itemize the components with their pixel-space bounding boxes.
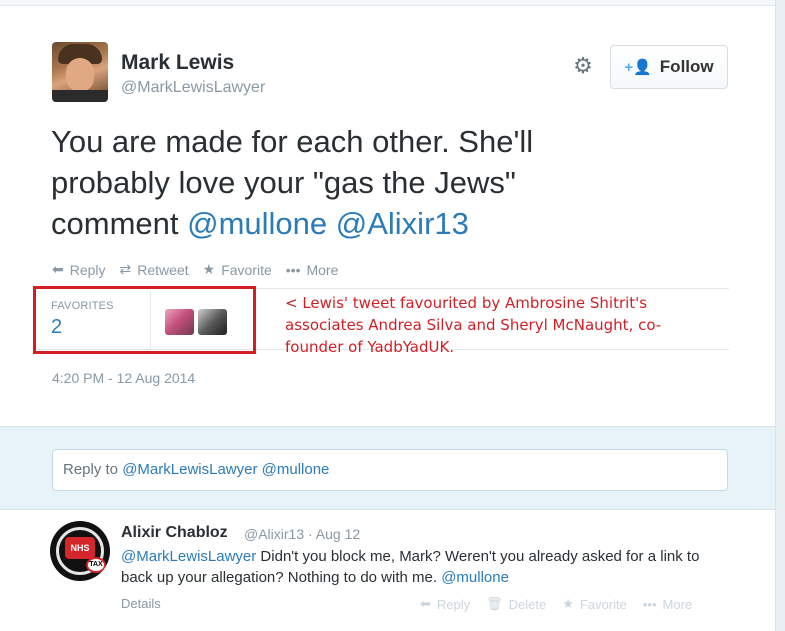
- reply-icon: ⬅: [52, 261, 64, 277]
- more-label: More: [662, 596, 693, 612]
- follow-person-icon: +👤: [624, 59, 652, 76]
- reply-label: Reply: [436, 596, 471, 612]
- delete-label: Delete: [508, 596, 547, 612]
- tweet-timestamp[interactable]: 4:20 PM - 12 Aug 2014: [52, 370, 195, 386]
- delete-action[interactable]: 🗑 Delete: [486, 596, 546, 612]
- favorite-star-icon: ★: [202, 261, 216, 277]
- favorite-label: Favorite: [579, 596, 627, 612]
- reply-action[interactable]: ⬅ Reply: [420, 596, 470, 612]
- annotation-text: < Lewis' tweet favourited by Ambrosine S…: [285, 294, 662, 356]
- reply-prefix: Reply to: [63, 461, 123, 478]
- avatar[interactable]: NHS TAX: [50, 521, 110, 581]
- favorite-action[interactable]: ★ Favorite: [562, 596, 627, 612]
- more-dots-icon: •••: [285, 261, 301, 278]
- author-handle[interactable]: @MarkLewisLawyer: [121, 79, 265, 97]
- reply-tweet-actions: ⬅ Reply 🗑 Delete ★ Favorite ••• More: [420, 596, 692, 612]
- reply-label: Reply: [69, 261, 106, 278]
- mention-mullone[interactable]: @mullone: [187, 206, 327, 241]
- follow-button-label: Follow: [659, 57, 714, 76]
- retweet-label: Retweet: [137, 261, 189, 278]
- avatar-face: [66, 58, 94, 92]
- more-action[interactable]: ••• More: [286, 261, 339, 278]
- avatar[interactable]: [52, 42, 108, 102]
- avatar-logo: NHS: [65, 537, 95, 559]
- reply-author-name[interactable]: Alixir Chabloz: [121, 524, 228, 542]
- retweet-action[interactable]: ⇄ Retweet: [120, 261, 189, 278]
- reply-author-meta[interactable]: @Alixir13 · Aug 12: [244, 526, 360, 542]
- reply-text: @MarkLewisLawyer Didn't you block me, Ma…: [121, 546, 731, 588]
- scrollbar-track[interactable]: [775, 0, 785, 631]
- favorite-star-icon: ★: [562, 596, 574, 611]
- favorite-label: Favorite: [221, 261, 272, 278]
- follow-button[interactable]: +👤 Follow: [610, 45, 728, 89]
- avatar-shirt: [52, 90, 108, 102]
- more-action[interactable]: ••• More: [643, 596, 692, 612]
- author-name[interactable]: Mark Lewis: [121, 51, 234, 75]
- favorite-action[interactable]: ★ Favorite: [203, 261, 272, 278]
- more-dots-icon: •••: [642, 596, 657, 612]
- reply-input[interactable]: Reply to @MarkLewisLawyer @mullone: [52, 449, 728, 491]
- highlight-box: [33, 286, 256, 354]
- details-link[interactable]: Details: [121, 596, 161, 611]
- mention-marklewislawyer[interactable]: @MarkLewisLawyer: [121, 548, 256, 565]
- delete-icon: 🗑: [486, 596, 503, 611]
- retweet-icon: ⇄: [119, 261, 132, 277]
- gear-icon[interactable]: ⚙: [571, 54, 595, 78]
- reply-icon: ⬅: [420, 596, 431, 611]
- reply-action[interactable]: ⬅ Reply: [52, 261, 106, 278]
- tweet-text: You are made for each other. She'll prob…: [51, 121, 651, 244]
- tweet-actions: ⬅ Reply ⇄ Retweet ★ Favorite ••• More: [52, 261, 338, 278]
- mention-mullone[interactable]: @mullone: [441, 569, 509, 586]
- reply-mentions: @MarkLewisLawyer @mullone: [122, 461, 330, 478]
- more-label: More: [306, 261, 339, 278]
- avatar-badge: TAX: [86, 557, 106, 573]
- mention-alixir13[interactable]: @Alixir13: [336, 206, 469, 241]
